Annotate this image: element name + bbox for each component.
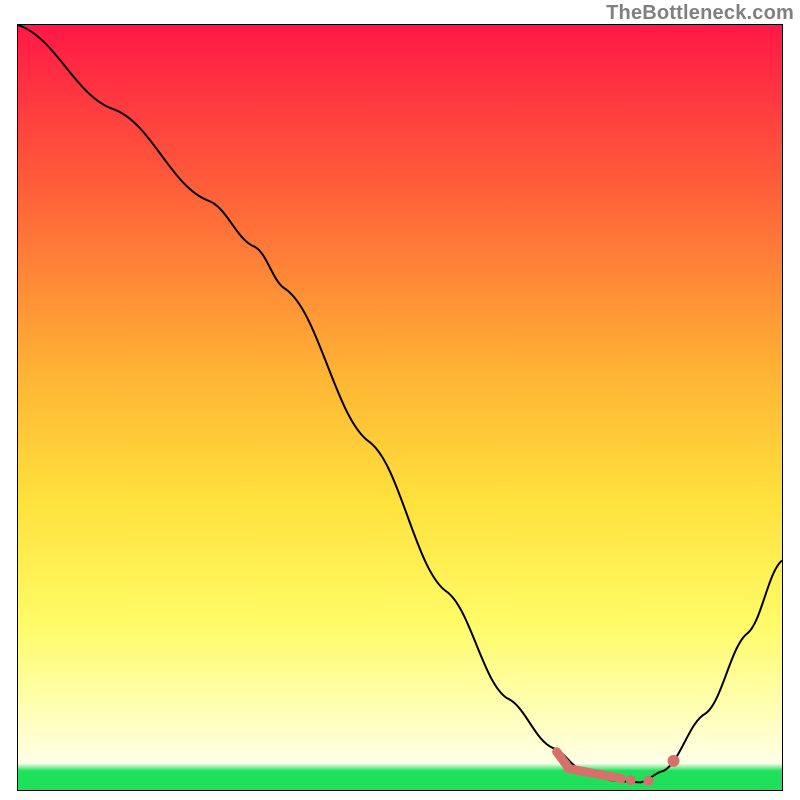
plot-area bbox=[17, 24, 783, 791]
watermark-text: TheBottleneck.com bbox=[606, 2, 794, 25]
highlight-segment bbox=[568, 769, 621, 779]
highlight-dot bbox=[643, 776, 653, 786]
highlight-markers bbox=[557, 752, 680, 786]
bottleneck-curve bbox=[18, 25, 782, 782]
highlight-dot bbox=[668, 755, 680, 767]
curve-layer bbox=[18, 25, 782, 790]
highlight-dot bbox=[626, 775, 636, 785]
chart-root: { "watermark": "TheBottleneck.com", "plo… bbox=[0, 0, 800, 800]
